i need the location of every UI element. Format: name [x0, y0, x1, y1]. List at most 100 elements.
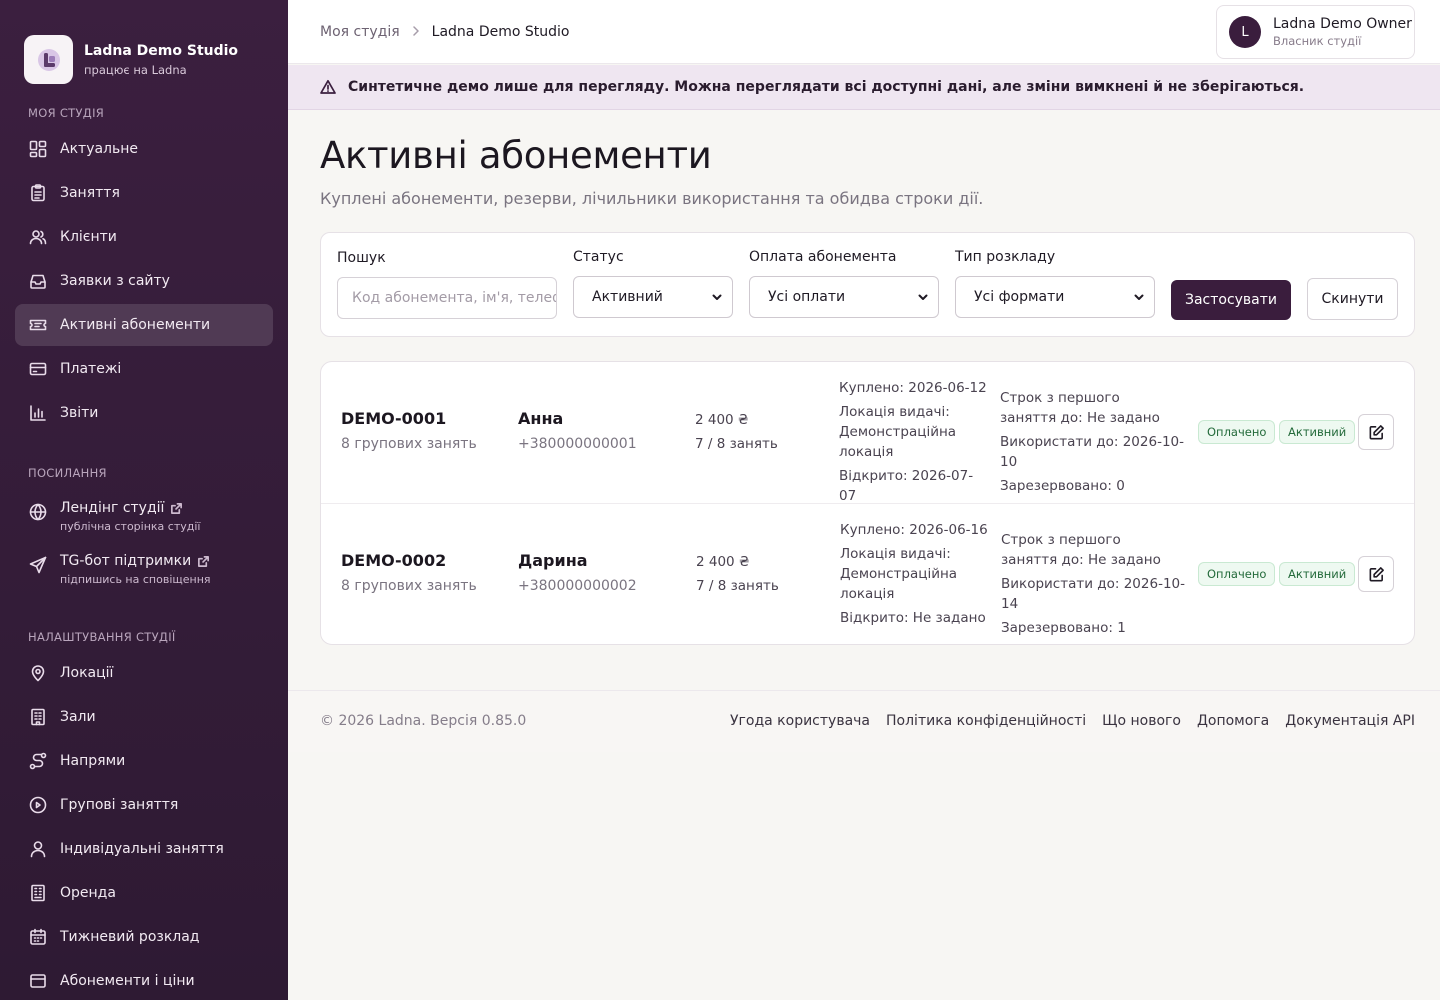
opened-date: Відкрито: 2026-07-07: [839, 468, 974, 504]
reset-button[interactable]: Скинути: [1307, 278, 1398, 320]
credit-card-icon: [28, 359, 48, 379]
top-bar: Моя студія Ladna Demo Studio L Ladna Dem…: [288, 0, 1440, 64]
route-icon: [28, 751, 48, 771]
link-title: TG-бот підтримки: [60, 553, 192, 569]
use-until-date: Використати до: 2026-10-14: [1001, 576, 1185, 612]
client-cell: Анна +380000000001: [518, 409, 637, 452]
edit-button[interactable]: [1358, 414, 1394, 450]
footer-link-whats-new[interactable]: Що нового: [1102, 713, 1181, 729]
subscription-code-cell: DEMO-0002 8 групових занять: [341, 551, 477, 594]
price-cell: 2 400 ₴ 7 / 8 занять: [696, 552, 779, 596]
studio-brand[interactable]: Ladna Demo Studio працює на Ladna: [0, 0, 288, 96]
sidebar-item-label: Індивідуальні заняття: [60, 841, 224, 857]
client-name[interactable]: Дарина: [518, 551, 637, 570]
search-label: Пошук: [337, 250, 386, 266]
status-badge: Активний: [1279, 562, 1356, 586]
payment-select[interactable]: Усі оплати: [749, 276, 939, 318]
bought-date: Куплено: 2026-06-12: [839, 380, 987, 396]
sidebar-item-group-classes[interactable]: Групові заняття: [15, 784, 273, 826]
status-select[interactable]: Активний: [573, 276, 733, 318]
sidebar-link-studio-landing[interactable]: Лендінг студії публічна сторінка студії: [15, 494, 273, 539]
sidebar-item-individual-classes[interactable]: Індивідуальні заняття: [15, 828, 273, 870]
sidebar-item-classes[interactable]: Заняття: [15, 172, 273, 214]
chevron-down-icon: [918, 292, 928, 302]
subscription-code: DEMO-0002: [341, 551, 447, 570]
client-phone: +380000000001: [518, 436, 637, 452]
sidebar-item-label: Абонементи і ціни: [60, 973, 195, 989]
payment-select-value: Усі оплати: [768, 289, 846, 305]
sidebar-item-label: Оренда: [60, 885, 116, 901]
section-label-links: Посилання: [28, 466, 107, 480]
subscription-usage: 7 / 8 занять: [695, 436, 778, 452]
schedule-select[interactable]: Усі формати: [955, 276, 1155, 318]
sidebar-item-clients[interactable]: Клієнти: [15, 216, 273, 258]
send-icon: [28, 555, 48, 575]
term-from-first-class: Строк з першого заняття до: Не задано: [1000, 390, 1160, 426]
issue-location-label: Локація видачі:: [840, 546, 951, 562]
footer-link-terms[interactable]: Угода користувача: [730, 713, 870, 729]
validity-cell: Строк з першого заняття до: Не задано Ви…: [1000, 388, 1195, 496]
studio-logo-icon: [24, 35, 73, 84]
user-icon: [28, 839, 48, 859]
sidebar-item-reports[interactable]: Звіти: [15, 392, 273, 434]
sidebar-item-label: Заявки з сайту: [60, 273, 170, 289]
avatar: L: [1229, 16, 1261, 48]
issue-location-label: Локація видачі:: [839, 404, 950, 420]
sidebar-item-rent[interactable]: Оренда: [15, 872, 273, 914]
sidebar-link-tg-bot[interactable]: TG-бот підтримки підпишись на сповіщення: [15, 547, 273, 592]
client-name[interactable]: Анна: [518, 409, 637, 428]
reserved-count: Зарезервовано: 1: [1001, 620, 1126, 636]
sidebar-item-payments[interactable]: Платежі: [15, 348, 273, 390]
sidebar-item-subscriptions-prices[interactable]: Абонементи і ціни: [15, 960, 273, 1000]
payment-status-badge: Оплачено: [1198, 420, 1276, 444]
studio-powered-by: працює на Ladna: [84, 63, 187, 77]
page-title: Активні абонементи: [320, 134, 712, 177]
sidebar-item-active-subscriptions[interactable]: Активні абонементи: [15, 304, 273, 346]
footer-link-api-docs[interactable]: Документація API: [1285, 713, 1415, 729]
chevron-right-icon: [412, 25, 420, 39]
sidebar-item-halls[interactable]: Зали: [15, 696, 273, 738]
section-label-settings: Налаштування студії: [28, 630, 176, 644]
bought-date: Куплено: 2026-06-16: [840, 522, 988, 538]
status-badge: Активний: [1279, 420, 1356, 444]
external-link-icon: [171, 502, 183, 514]
sidebar-item-site-requests[interactable]: Заявки з сайту: [15, 260, 273, 302]
sidebar-item-current[interactable]: Актуальне: [15, 128, 273, 170]
chevron-down-icon: [712, 292, 722, 302]
circle-play-icon: [28, 795, 48, 815]
sidebar-item-label: Звіти: [60, 405, 99, 421]
edit-icon: [1369, 424, 1384, 439]
list-item: DEMO-0002 8 групових занять Дарина +3800…: [321, 503, 1414, 644]
edit-button[interactable]: [1358, 556, 1394, 592]
sidebar-item-label: Заняття: [60, 185, 120, 201]
subscription-code: DEMO-0001: [341, 409, 447, 428]
issue-location: Демонстраційна локація: [840, 566, 958, 602]
validity-cell: Строк з першого заняття до: Не задано Ви…: [1001, 530, 1196, 638]
schedule-label: Тип розкладу: [955, 249, 1056, 265]
chevron-down-icon: [1134, 292, 1144, 302]
breadcrumb-root-link[interactable]: Моя студія: [320, 24, 400, 40]
payment-status-badge: Оплачено: [1198, 562, 1276, 586]
footer-link-privacy[interactable]: Політика конфіденційності: [886, 713, 1086, 729]
section-label-studio: Моя студія: [28, 106, 105, 120]
sidebar-item-directions[interactable]: Напрями: [15, 740, 273, 782]
sidebar-item-label: Напрями: [60, 753, 126, 769]
sidebar-item-weekly-schedule[interactable]: Тижневий розклад: [15, 916, 273, 958]
user-menu-button[interactable]: L Ladna Demo Owner Власник студії: [1216, 5, 1415, 59]
subscriptions-list: DEMO-0001 8 групових занять Анна +380000…: [320, 361, 1415, 645]
tag-icon: [28, 971, 48, 991]
sidebar-item-label: Клієнти: [60, 229, 117, 245]
footer-links: Угода користувача Політика конфіденційно…: [714, 713, 1415, 729]
link-title: Лендінг студії: [60, 500, 165, 516]
inbox-icon: [28, 271, 48, 291]
search-input[interactable]: Код абонемента, ім'я, телефон: [337, 277, 557, 319]
apply-button[interactable]: Застосувати: [1171, 280, 1291, 320]
schedule-group: Тип розкладу Усі формати: [955, 249, 1155, 318]
map-pin-icon: [28, 663, 48, 683]
footer-link-help[interactable]: Допомога: [1197, 713, 1269, 729]
use-until-date: Використати до: 2026-10-10: [1000, 434, 1184, 470]
sidebar-item-locations[interactable]: Локації: [15, 652, 273, 694]
globe-icon: [28, 502, 48, 522]
schedule-select-value: Усі формати: [974, 289, 1065, 305]
demo-notice-text: Синтетичне демо лише для перегляду. Можн…: [348, 79, 1305, 95]
